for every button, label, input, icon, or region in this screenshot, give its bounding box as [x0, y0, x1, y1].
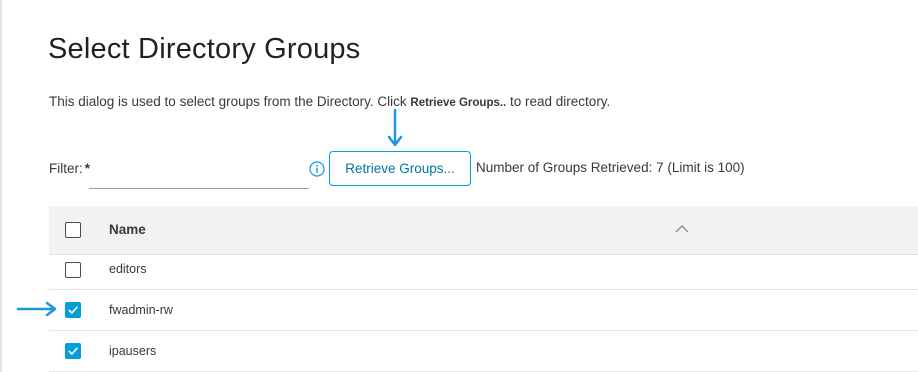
checkmark-icon: [68, 306, 78, 314]
group-name: fwadmin-rw: [109, 303, 173, 317]
description-text-end: to read directory.: [506, 94, 611, 109]
table-header: Name: [49, 206, 918, 255]
dialog-description: This dialog is used to select groups fro…: [49, 94, 610, 109]
filter-input[interactable]: [89, 156, 309, 189]
select-all-checkbox[interactable]: [65, 222, 81, 238]
table-row[interactable]: ipausers: [49, 331, 918, 372]
group-name: ipausers: [109, 344, 157, 358]
description-emphasis: Retrieve Groups..: [410, 97, 507, 109]
retrieve-groups-button[interactable]: Retrieve Groups...: [329, 151, 471, 186]
description-text: This dialog is used to select groups fro…: [49, 94, 411, 109]
row-checkbox[interactable]: [65, 343, 81, 359]
groups-table: Name editors fwadmin-rw ipausers: [49, 206, 918, 372]
row-checkbox[interactable]: [65, 262, 81, 278]
arrow-right-icon: [16, 301, 57, 317]
groups-retrieved-count: Number of Groups Retrieved: 7 (Limit is …: [476, 160, 745, 175]
table-row[interactable]: editors: [49, 255, 918, 290]
row-checkbox[interactable]: [65, 302, 81, 318]
dialog-title: Select Directory Groups: [48, 33, 361, 65]
filter-label: Filter: *: [49, 161, 91, 176]
table-row[interactable]: fwadmin-rw: [49, 290, 918, 331]
info-icon[interactable]: [309, 161, 325, 177]
group-name: editors: [109, 262, 147, 276]
arrow-down-icon: [387, 108, 403, 147]
column-header-name[interactable]: Name: [109, 222, 146, 237]
checkmark-icon: [68, 347, 78, 355]
chevron-up-icon[interactable]: [675, 224, 689, 234]
left-panel-edge: [0, 0, 2, 372]
